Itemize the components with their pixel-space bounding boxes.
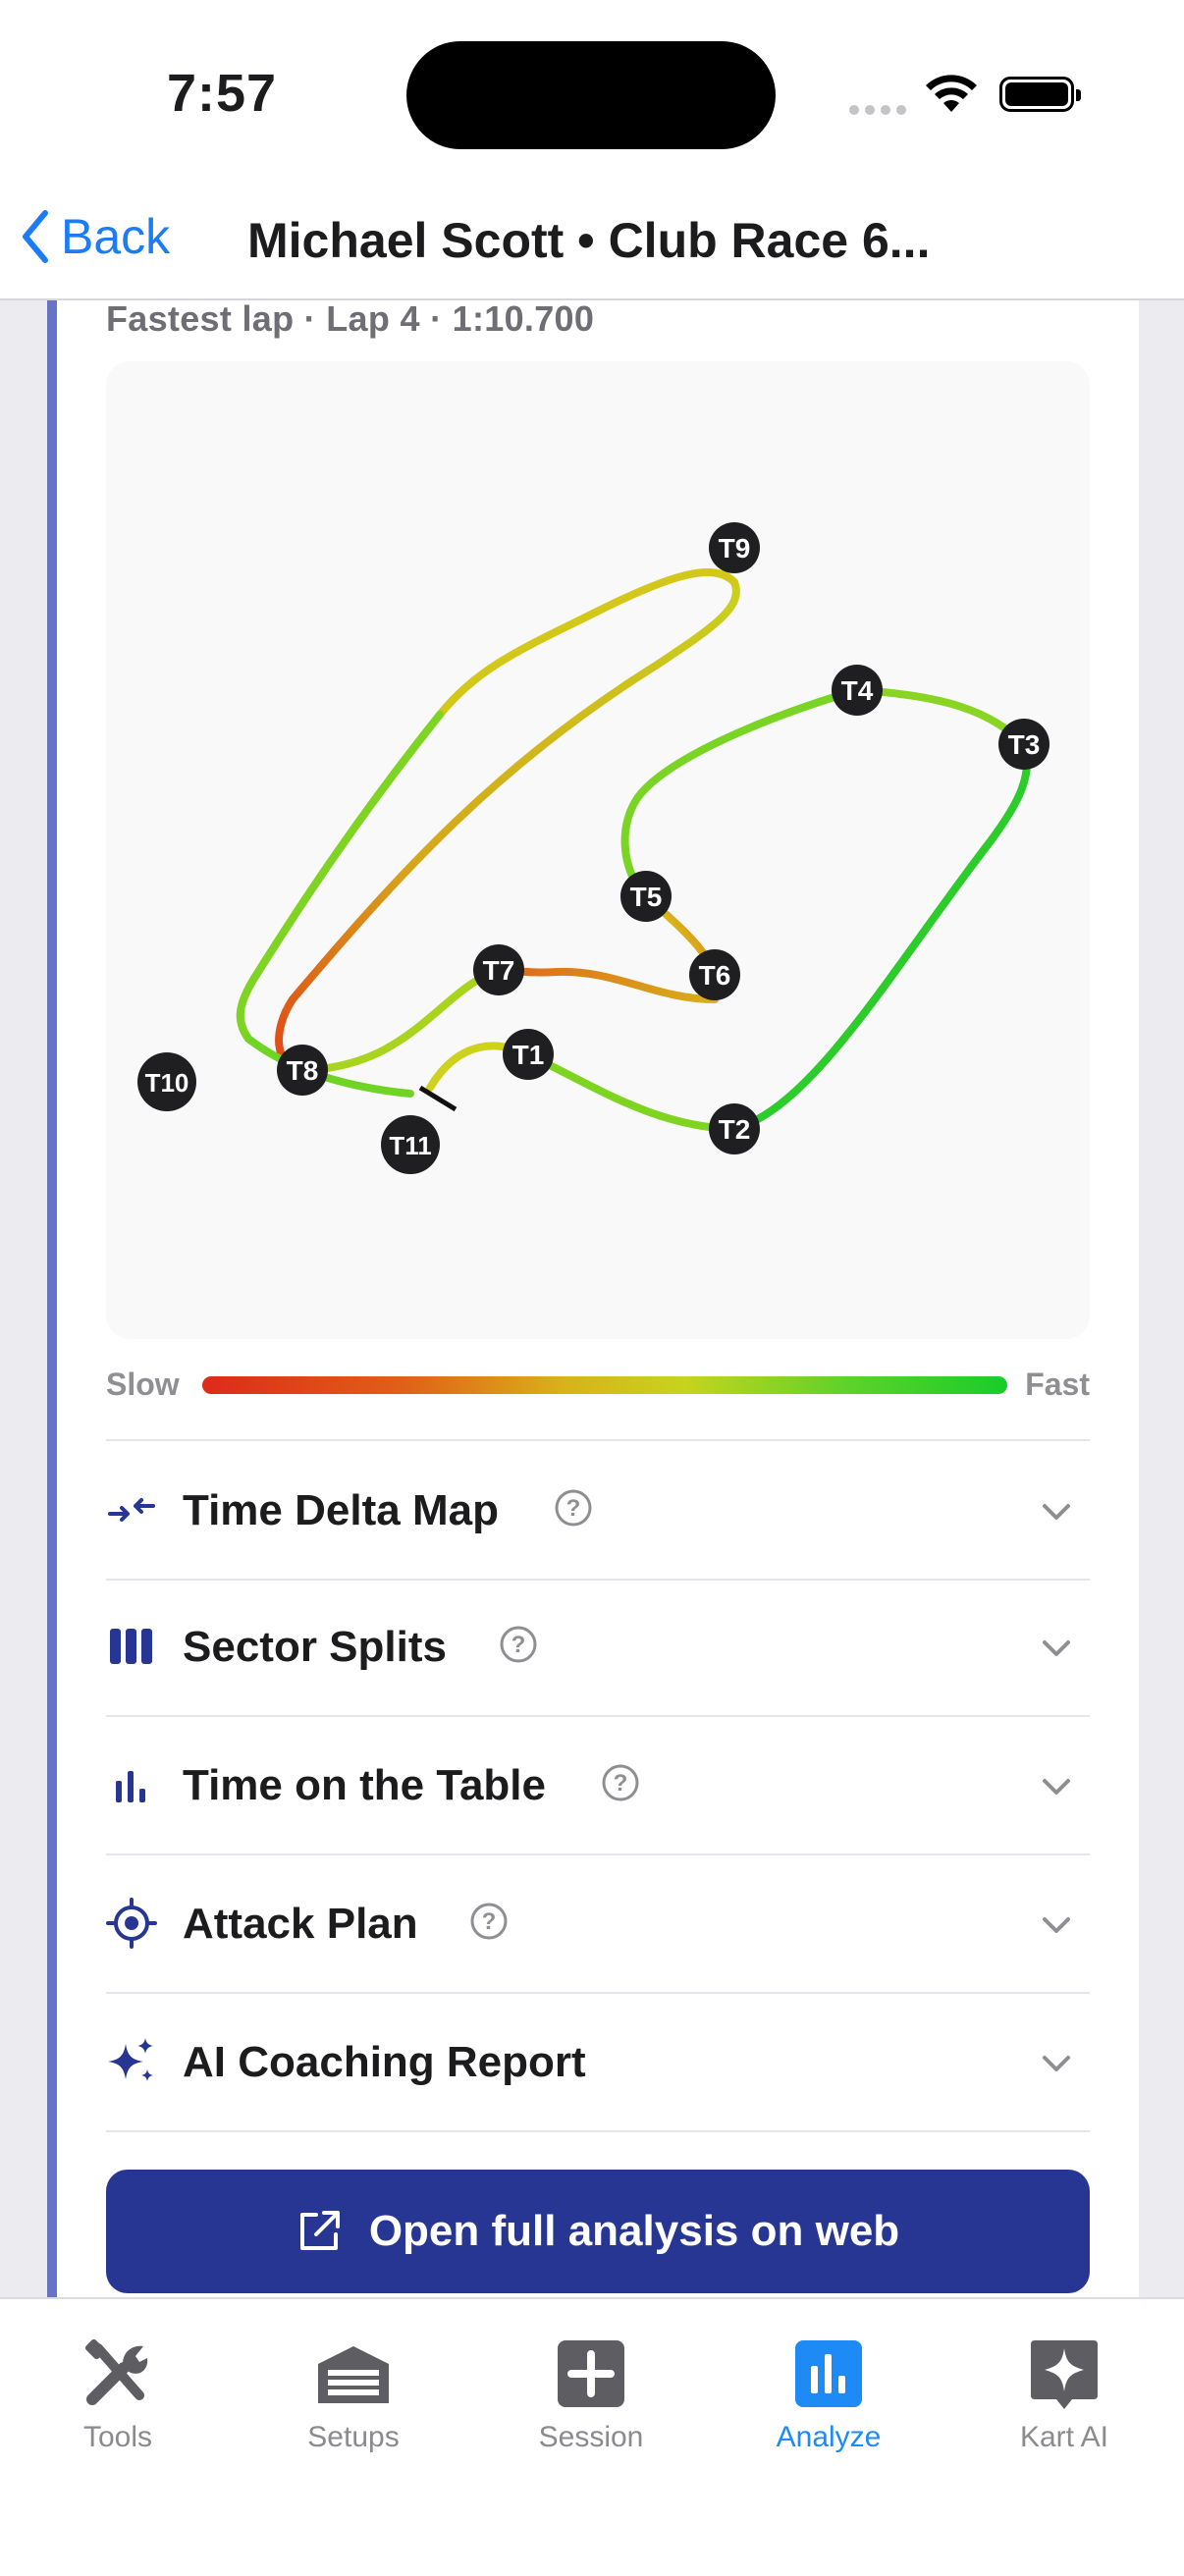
tab-kart-ai[interactable]: Kart AI xyxy=(966,2334,1162,2454)
svg-text:T6: T6 xyxy=(699,960,731,991)
turn-marker[interactable]: T9 xyxy=(709,522,760,573)
turn-marker[interactable]: T10 xyxy=(137,1052,196,1111)
back-label: Back xyxy=(61,209,171,264)
section-time-delta-map[interactable]: Time Delta Map ? xyxy=(106,1439,1090,1581)
garage-icon xyxy=(318,2346,389,2403)
tab-label: Tools xyxy=(82,2421,153,2453)
svg-text:?: ? xyxy=(566,1495,581,1522)
speed-legend: Slow Fast xyxy=(106,1363,1090,1406)
arrows-converge-icon xyxy=(108,1498,155,1522)
svg-text:T1: T1 xyxy=(512,1040,545,1070)
cellular-signal-icon xyxy=(849,102,912,120)
chevron-down-icon xyxy=(1043,1640,1070,1656)
turn-marker[interactable]: T11 xyxy=(381,1115,440,1174)
chevron-left-icon xyxy=(23,210,48,263)
section-label: Sector Splits xyxy=(183,1623,447,1671)
tab-label: Session xyxy=(538,2421,644,2453)
svg-text:T2: T2 xyxy=(719,1114,751,1145)
card-accent-stripe xyxy=(47,300,57,2303)
battery-icon xyxy=(999,77,1081,112)
chevron-down-icon xyxy=(1043,1917,1070,1933)
svg-text:T5: T5 xyxy=(630,882,663,912)
chevron-down-icon xyxy=(1043,2056,1070,2071)
speed-gradient-bar xyxy=(202,1376,1007,1394)
turn-marker[interactable]: T8 xyxy=(277,1045,328,1096)
section-sector-splits[interactable]: Sector Splits ? xyxy=(106,1578,1090,1717)
svg-text:T4: T4 xyxy=(841,675,874,706)
help-icon[interactable]: ? xyxy=(601,1763,640,1802)
chevron-down-icon xyxy=(1043,1779,1070,1795)
turn-marker[interactable]: T1 xyxy=(503,1029,554,1080)
wifi-icon xyxy=(923,73,980,119)
tab-tools[interactable]: Tools xyxy=(20,2334,216,2454)
help-icon[interactable]: ? xyxy=(499,1625,538,1664)
tab-analyze[interactable]: Analyze xyxy=(730,2334,927,2454)
svg-text:T11: T11 xyxy=(389,1131,431,1160)
section-label: Time on the Table xyxy=(183,1761,546,1809)
turn-marker[interactable]: T4 xyxy=(832,665,883,716)
svg-text:T9: T9 xyxy=(719,533,751,564)
tab-label: Setups xyxy=(307,2421,400,2453)
back-button[interactable]: Back xyxy=(20,208,170,265)
section-ai-coaching-report[interactable]: AI Coaching Report xyxy=(106,1993,1090,2132)
section-attack-plan[interactable]: Attack Plan ? xyxy=(106,1854,1090,1994)
external-link-icon xyxy=(299,2211,340,2250)
svg-text:T7: T7 xyxy=(483,955,515,986)
start-finish-line xyxy=(418,1085,457,1112)
dynamic-island xyxy=(406,41,776,149)
legend-slow-label: Slow xyxy=(106,1367,180,1402)
tab-session[interactable]: Session xyxy=(493,2334,689,2454)
fastest-lap-label: Fastest lap · Lap 4 · 1:10.700 xyxy=(106,298,595,339)
track-map[interactable]: T1 T2 T3 T4 T5 T6 T7 T8 T9 T10 T11 xyxy=(106,361,1090,1339)
svg-text:?: ? xyxy=(511,1632,526,1658)
turn-marker[interactable]: T3 xyxy=(998,719,1049,770)
navigation-bar: Back Michael Scott • Club Race 6... xyxy=(0,177,1184,300)
columns-icon xyxy=(110,1629,152,1664)
tab-label: Analyze xyxy=(776,2421,882,2453)
help-icon[interactable]: ? xyxy=(554,1488,593,1528)
help-icon[interactable]: ? xyxy=(469,1902,509,1941)
svg-text:T8: T8 xyxy=(287,1055,319,1086)
sparkle-square-icon xyxy=(1031,2340,1098,2409)
chevron-down-icon xyxy=(1043,1504,1070,1520)
target-icon xyxy=(106,1898,157,1949)
turn-marker[interactable]: T7 xyxy=(473,944,524,995)
svg-text:?: ? xyxy=(482,1908,497,1935)
svg-text:?: ? xyxy=(614,1770,628,1797)
section-time-on-the-table[interactable]: Time on the Table ? xyxy=(106,1716,1090,1855)
open-web-analysis-label: Open full analysis on web xyxy=(368,2207,900,2255)
bar-chart-icon xyxy=(116,1771,145,1802)
svg-text:T10: T10 xyxy=(145,1068,189,1098)
sparkles-icon xyxy=(108,2038,153,2081)
tab-label: Kart AI xyxy=(1019,2421,1109,2453)
section-label: AI Coaching Report xyxy=(183,2038,586,2086)
tab-bar: Tools Setups Session Analyze Kart AI xyxy=(0,2297,1184,2576)
section-label: Attack Plan xyxy=(183,1900,418,1948)
status-time: 7:57 xyxy=(167,64,278,123)
section-label: Time Delta Map xyxy=(183,1486,499,1534)
analyze-chart-icon xyxy=(795,2340,862,2407)
legend-fast-label: Fast xyxy=(1025,1367,1090,1402)
plus-square-icon xyxy=(558,2340,624,2407)
tab-setups[interactable]: Setups xyxy=(255,2334,452,2454)
svg-text:T3: T3 xyxy=(1008,729,1041,760)
open-web-analysis-button[interactable]: Open full analysis on web xyxy=(106,2170,1090,2293)
tools-icon xyxy=(84,2338,148,2405)
turn-marker[interactable]: T5 xyxy=(620,871,672,922)
status-bar: 7:57 xyxy=(0,0,1184,177)
turn-marker[interactable]: T6 xyxy=(689,949,740,1000)
turn-marker[interactable]: T2 xyxy=(709,1103,760,1154)
page-title: Michael Scott • Club Race 6... xyxy=(247,213,931,268)
